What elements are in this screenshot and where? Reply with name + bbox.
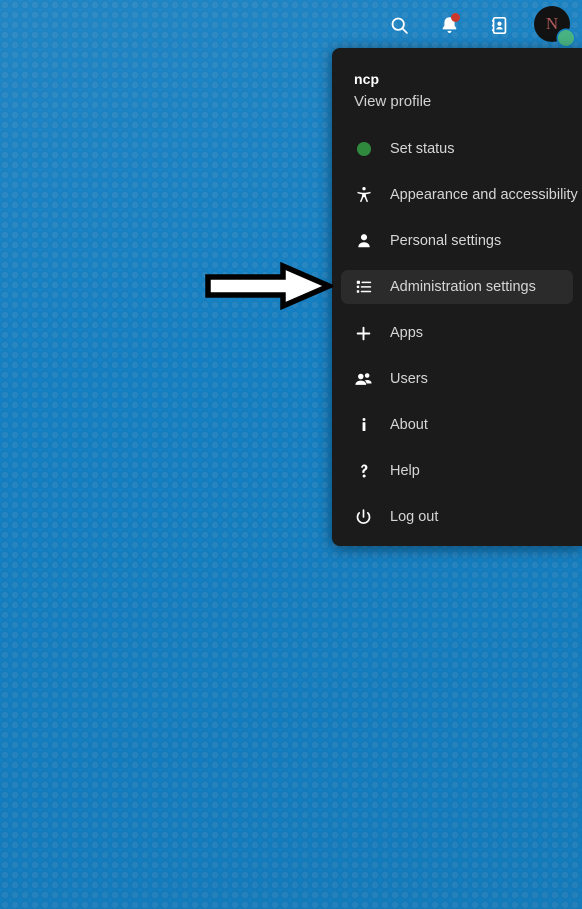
- list-settings-icon: [354, 278, 373, 297]
- notification-badge: [451, 13, 460, 22]
- view-profile-link[interactable]: View profile: [354, 91, 582, 113]
- power-icon: [354, 508, 373, 527]
- users-icon: [354, 370, 373, 389]
- menu-item-label: About: [390, 416, 428, 433]
- user-menu-panel: ncp View profile Set status Appearance a…: [332, 48, 582, 546]
- avatar-status-indicator: [558, 30, 574, 46]
- menu-item-set-status[interactable]: Set status: [341, 132, 573, 166]
- question-mark-icon: [354, 462, 373, 481]
- user-menu-header: ncp View profile: [332, 48, 582, 123]
- menu-item-log-out[interactable]: Log out: [341, 500, 573, 534]
- person-icon: [354, 232, 373, 251]
- screen: N ncp View profile Set status Appearance…: [0, 0, 582, 909]
- search-icon: [389, 15, 410, 36]
- status-dot-icon: [354, 140, 373, 159]
- menu-item-apps[interactable]: Apps: [341, 316, 573, 350]
- search-button[interactable]: [382, 8, 416, 42]
- menu-item-label: Help: [390, 462, 420, 479]
- menu-item-label: Log out: [390, 508, 439, 525]
- contacts-icon: [489, 15, 510, 36]
- accessibility-icon: [354, 186, 373, 205]
- user-menu-list: Set status Appearance and accessibility: [332, 132, 582, 534]
- menu-item-label: Administration settings: [390, 278, 536, 295]
- menu-item-label: Appearance and accessibility: [390, 186, 578, 203]
- notifications-button[interactable]: [432, 8, 466, 42]
- menu-item-label: Set status: [390, 140, 455, 157]
- menu-item-appearance-and-accessibility[interactable]: Appearance and accessibility: [341, 178, 578, 212]
- menu-item-users[interactable]: Users: [341, 362, 573, 396]
- menu-item-about[interactable]: About: [341, 408, 573, 442]
- plus-icon: [354, 324, 373, 343]
- info-icon: [354, 416, 373, 435]
- contacts-button[interactable]: [482, 8, 516, 42]
- menu-item-label: Users: [390, 370, 428, 387]
- menu-item-label: Personal settings: [390, 232, 502, 249]
- menu-item-label: Apps: [390, 324, 424, 341]
- top-bar: N: [0, 0, 582, 50]
- menu-item-administration-settings[interactable]: Administration settings: [341, 270, 573, 304]
- menu-item-personal-settings[interactable]: Personal settings: [341, 224, 573, 258]
- username-label: ncp: [354, 71, 380, 87]
- avatar[interactable]: N: [534, 6, 574, 46]
- menu-item-help[interactable]: Help: [341, 454, 573, 488]
